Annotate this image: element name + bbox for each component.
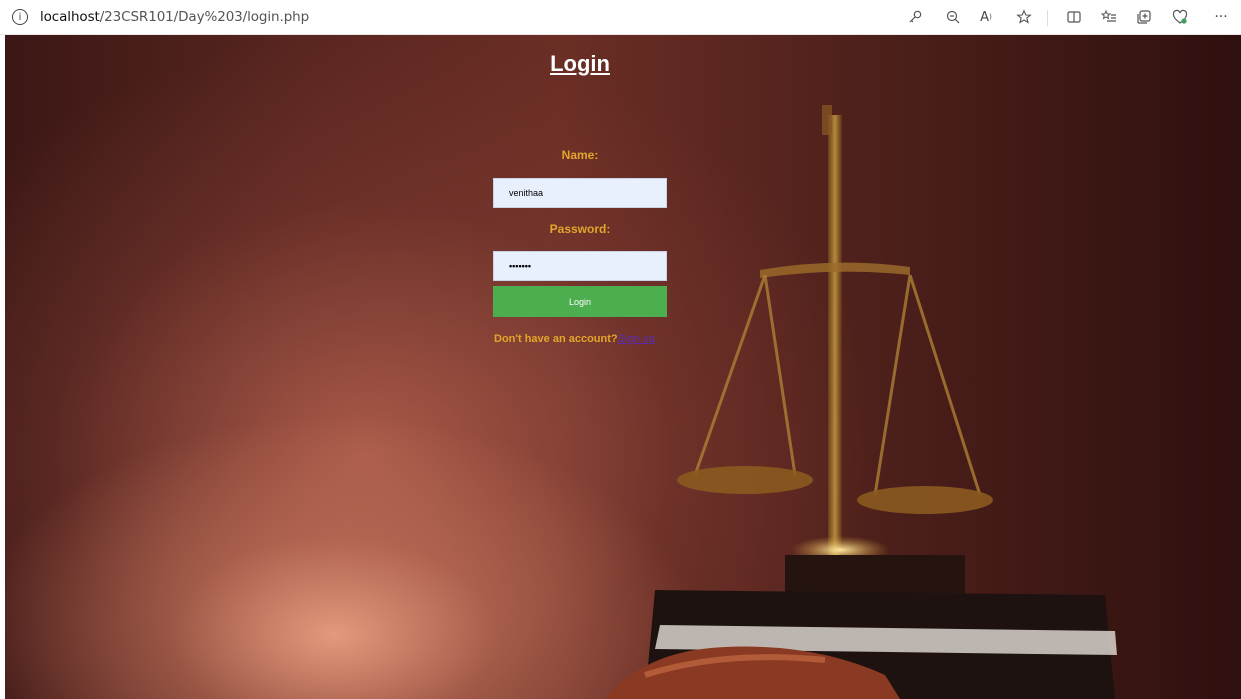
toolbar-divider [1047,10,1048,26]
favorites-list-icon[interactable] [1098,6,1120,28]
zoom-out-icon[interactable] [942,6,964,28]
signup-prompt-line: Don't have an account?Sign up [494,333,655,345]
scales-of-justice-background [605,105,1117,699]
page-viewport: Login Name: venithaa Password: ••••••• L… [5,35,1241,699]
browser-address-bar: i localhost/23CSR101/Day%203/login.php A… [0,0,1241,35]
url-host: localhost [40,9,100,25]
site-info-icon[interactable]: i [12,9,28,25]
name-input[interactable]: venithaa [493,178,667,208]
split-screen-icon[interactable] [1063,6,1085,28]
password-input[interactable]: ••••••• [493,251,667,281]
collections-icon[interactable] [1133,6,1155,28]
key-icon[interactable] [904,6,926,28]
signup-prompt-text: Don't have an account? [494,333,618,345]
password-label: Password: [549,222,611,236]
browser-essentials-icon[interactable] [1169,6,1191,28]
login-button[interactable]: Login [493,286,667,317]
name-label: Name: [561,148,599,162]
signup-link[interactable]: Sign up [618,333,655,345]
read-aloud-icon[interactable]: A) [975,6,997,28]
more-menu-icon[interactable]: ··· [1210,6,1232,28]
favorite-star-icon[interactable] [1013,6,1035,28]
url-field[interactable]: localhost/23CSR101/Day%203/login.php [40,9,309,25]
url-path: /23CSR101/Day%203/login.php [99,9,310,25]
page-title: Login [550,51,610,76]
